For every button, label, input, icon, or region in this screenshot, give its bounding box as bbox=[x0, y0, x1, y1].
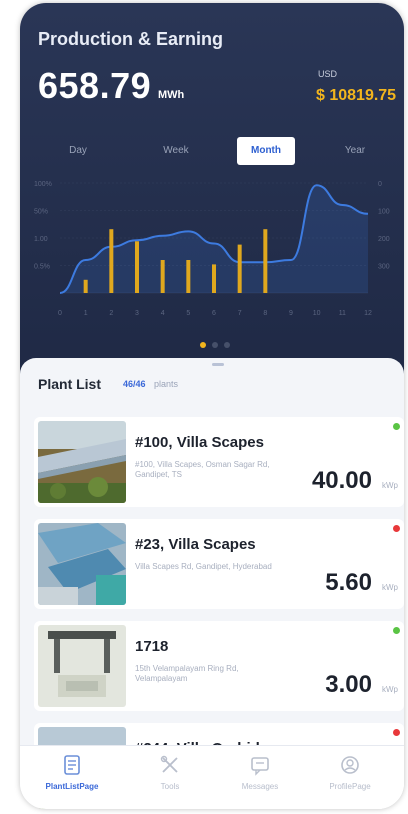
plant-photo bbox=[38, 523, 126, 605]
pager-dots bbox=[200, 342, 240, 350]
pager-dot[interactable] bbox=[212, 342, 218, 348]
plant-count: 46/46 bbox=[123, 379, 146, 389]
plant-capacity: 5.60 bbox=[325, 569, 372, 596]
production-chart: 100%50%1.000.5%01002003000 1 2 3 4 5 6 7 8 9 10 11 1… bbox=[34, 181, 390, 317]
tab-plant-list[interactable]: PlantListPage bbox=[32, 754, 112, 804]
capacity-unit: kWp bbox=[382, 481, 398, 490]
period-selector: Day Week Month Year bbox=[20, 137, 404, 165]
bar bbox=[109, 229, 114, 293]
status-indicator bbox=[393, 423, 400, 430]
bottom-tab-bar: PlantListPage Tools Messages ProfilePage bbox=[20, 745, 404, 809]
y-tick-label: 100% bbox=[34, 181, 52, 188]
list-icon bbox=[64, 755, 80, 775]
y-tick-label: 300 bbox=[378, 264, 390, 271]
plant-card[interactable]: #23, Villa Scapes Villa Scapes Rd, Gandi… bbox=[34, 519, 404, 609]
tab-label: Messages bbox=[241, 782, 279, 791]
x-tick-label: 0 bbox=[58, 310, 62, 317]
plant-name: #100, Villa Scapes bbox=[135, 434, 264, 451]
x-tick-label: 6 bbox=[212, 310, 216, 317]
y-tick-label: 1.00 bbox=[34, 236, 48, 243]
currency-label: USD bbox=[318, 69, 338, 79]
tab-label: Tools bbox=[160, 782, 180, 791]
status-indicator bbox=[393, 525, 400, 532]
tab-messages[interactable]: Messages bbox=[220, 754, 300, 804]
period-day-tab[interactable]: Day bbox=[49, 137, 107, 165]
x-tick-label: 4 bbox=[161, 310, 165, 317]
tab-tools[interactable]: Tools bbox=[130, 754, 210, 804]
pager-dot[interactable] bbox=[224, 342, 230, 348]
status-indicator bbox=[393, 627, 400, 634]
plant-photo bbox=[38, 421, 126, 503]
profile-icon bbox=[341, 756, 359, 774]
tab-profile[interactable]: ProfilePage bbox=[310, 754, 390, 804]
tab-label: ProfilePage bbox=[329, 782, 371, 791]
plant-card[interactable]: 1718 15th Velampalayam Ring Rd, Velampal… bbox=[34, 621, 404, 711]
x-tick-label: 8 bbox=[263, 310, 267, 317]
tab-label: PlantListPage bbox=[45, 782, 99, 791]
y-tick-label: 200 bbox=[378, 236, 390, 243]
plant-address: #100, Villa Scapes, Osman Sagar Rd, Gand… bbox=[135, 460, 270, 479]
message-icon bbox=[251, 757, 269, 776]
y-tick-label: 100 bbox=[378, 209, 390, 216]
x-tick-label: 5 bbox=[186, 310, 190, 317]
plant-name: #23, Villa Scapes bbox=[135, 536, 256, 553]
bar bbox=[135, 241, 139, 293]
period-year-tab[interactable]: Year bbox=[326, 137, 384, 165]
drag-handle[interactable] bbox=[212, 363, 224, 366]
y-tick-label: 50% bbox=[34, 209, 48, 216]
x-tick-label: 10 bbox=[313, 310, 321, 317]
earning-value: $ 10819.75 bbox=[316, 87, 397, 104]
period-week-tab[interactable]: Week bbox=[147, 137, 205, 165]
plant-count-suffix: plants bbox=[154, 379, 179, 389]
plant-capacity: 3.00 bbox=[325, 671, 372, 698]
x-tick-label: 3 bbox=[135, 310, 139, 317]
bar bbox=[212, 264, 216, 293]
energy-value: 658.79 bbox=[38, 65, 152, 106]
bar bbox=[160, 260, 165, 293]
bar bbox=[237, 244, 242, 293]
x-tick-label: 9 bbox=[289, 310, 293, 317]
plant-capacity: 40.00 bbox=[311, 467, 372, 494]
energy-unit: MWh bbox=[158, 89, 185, 101]
plant-address: Villa Scapes Rd, Gandipet, Hyderabad bbox=[135, 562, 272, 571]
x-tick-label: 12 bbox=[364, 310, 372, 317]
status-indicator bbox=[393, 729, 400, 736]
capacity-unit: kWp bbox=[382, 583, 398, 592]
y-tick-label: 0 bbox=[378, 181, 382, 188]
bar bbox=[263, 229, 268, 293]
plant-address: 15th Velampalayam Ring Rd, Velampalayam bbox=[135, 664, 239, 683]
bar bbox=[83, 279, 88, 293]
x-tick-label: 2 bbox=[109, 310, 113, 317]
plant-photo bbox=[38, 625, 126, 707]
plant-list-title: Plant List bbox=[38, 376, 102, 392]
pager-dot[interactable] bbox=[200, 342, 206, 348]
x-tick-label: 1 bbox=[84, 310, 88, 317]
plant-list-sheet: Plant List 46/46 plants #100, Villa Scap… bbox=[20, 358, 404, 809]
app-screen: Production & Earning 658.79 MWh USD $ 10… bbox=[20, 3, 404, 809]
period-month-tab[interactable]: Month bbox=[237, 137, 295, 165]
tools-icon bbox=[160, 755, 178, 773]
bar bbox=[186, 260, 191, 293]
plant-card[interactable]: #100, Villa Scapes #100, Villa Scapes, O… bbox=[34, 417, 404, 507]
capacity-unit: kWp bbox=[382, 685, 398, 694]
header-title: Production & Earning bbox=[38, 29, 224, 49]
production-header: Production & Earning 658.79 MWh USD $ 10… bbox=[20, 3, 404, 378]
x-tick-label: 11 bbox=[339, 310, 346, 317]
x-tick-label: 7 bbox=[238, 310, 242, 317]
y-tick-label: 0.5% bbox=[34, 264, 50, 271]
plant-name: 1718 bbox=[135, 638, 169, 655]
